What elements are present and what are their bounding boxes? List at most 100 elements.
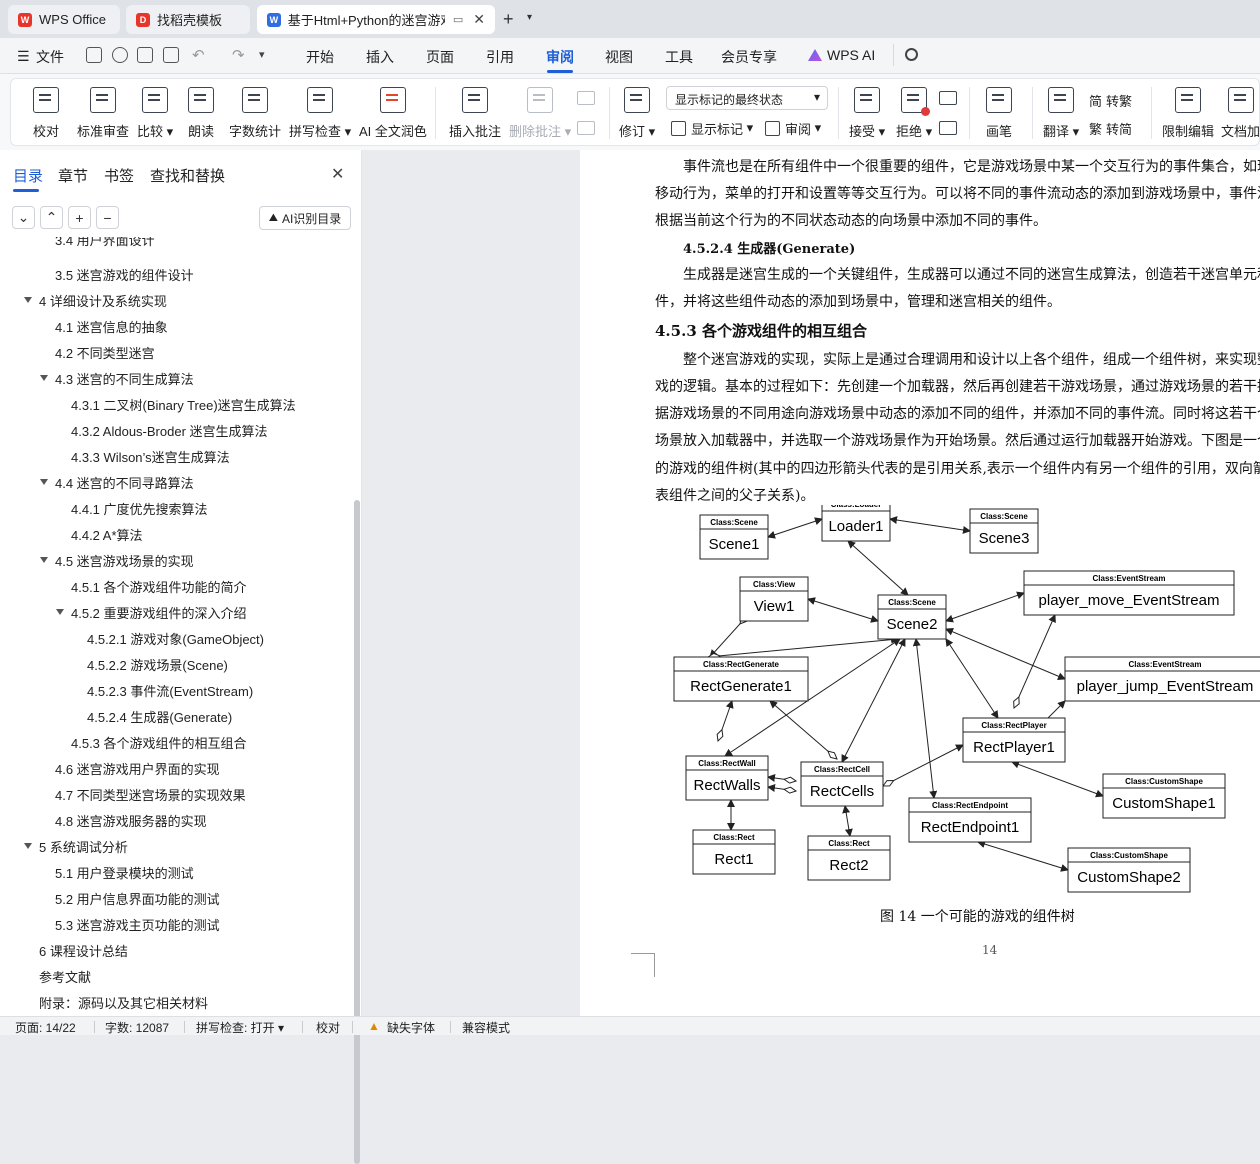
quick-access-more-icon[interactable]: ▾ (259, 48, 265, 61)
missing-font-status[interactable]: 缺失字体 (387, 1019, 435, 1036)
toc-item[interactable]: 4.2 不同类型迷宫 (55, 341, 155, 363)
toc-item[interactable]: 4.5.2.4 生成器(Generate) (87, 705, 232, 727)
expand-arrow-icon[interactable] (24, 843, 32, 849)
toc-item[interactable]: 4.5.3 各个游戏组件的相互组合 (71, 731, 247, 753)
menu-view[interactable]: 视图 (605, 47, 633, 67)
new-tab-icon[interactable]: + (503, 9, 514, 30)
page-indicator[interactable]: 页面: 14/22 (15, 1019, 76, 1036)
panel-scrollbar[interactable] (354, 500, 360, 1164)
tab-bookmarks[interactable]: 书签 (104, 165, 134, 186)
next-change-icon[interactable] (939, 121, 957, 135)
toc-item[interactable]: 4 详细设计及系统实现 (39, 289, 167, 311)
toc-item[interactable]: 参考文献 (39, 965, 91, 987)
toc-item[interactable]: 4.3.2 Aldous-Broder 迷宫生成算法 (71, 419, 268, 441)
menu-wps-ai[interactable]: WPS AI (827, 47, 875, 63)
toc-item[interactable]: 附录：源码以及其它相关材料 (39, 991, 208, 1013)
review-pane-button[interactable]: 审阅 ▾ (765, 117, 821, 139)
spell-check-button[interactable]: 拼写检查 ▾ (289, 79, 351, 145)
menu-insert[interactable]: 插入 (366, 47, 394, 67)
compare-button[interactable]: 比较 ▾ (137, 79, 173, 145)
toc-item[interactable]: 4.4.2 A*算法 (71, 523, 143, 545)
toc-item[interactable]: 4.3 迷宫的不同生成算法 (55, 367, 194, 389)
tab-toc[interactable]: 目录 (13, 165, 43, 186)
hamburger-icon[interactable]: ☰ (17, 48, 30, 65)
toc-item[interactable]: 4.6 迷宫游戏用户界面的实现 (55, 757, 220, 779)
prev-change-icon[interactable] (939, 91, 957, 105)
toc-item[interactable]: 6 课程设计总结 (39, 939, 128, 961)
document-encrypt-button[interactable]: 文档加 (1221, 79, 1260, 145)
toc-item[interactable]: 4.7 不同类型迷宫场景的实现效果 (55, 783, 246, 805)
toc-item[interactable]: 3.4 用户界面设计 (55, 237, 155, 249)
insert-comment-button[interactable]: 插入批注 (449, 79, 501, 145)
word-count-button[interactable]: 字数统计 (229, 79, 281, 145)
toc-item[interactable]: 4.3.1 二叉树(Binary Tree)迷宫生成算法 (71, 393, 296, 415)
standard-review-button[interactable]: 标准审查 (77, 79, 129, 145)
reject-button[interactable]: 拒绝 ▾ (896, 79, 932, 145)
toc-item[interactable]: 5.3 迷宫游戏主页功能的测试 (55, 913, 220, 935)
undo-icon[interactable]: ↶ (192, 46, 205, 64)
menu-file[interactable]: 文件 (36, 47, 64, 67)
menu-review[interactable]: 审阅 (546, 47, 574, 67)
to-traditional-button[interactable]: 简转繁 (1089, 89, 1132, 111)
expand-arrow-icon[interactable] (40, 557, 48, 563)
expand-arrow-icon[interactable] (40, 479, 48, 485)
proof-status[interactable]: 校对 (316, 1019, 340, 1036)
show-markup-button[interactable]: 显示标记 ▾ (671, 117, 753, 139)
toc-item[interactable]: 4.5.2.1 游戏对象(GameObject) (87, 627, 264, 649)
delete-comment-button[interactable]: 删除批注 ▾ (509, 79, 571, 145)
pen-button[interactable]: 画笔 (986, 79, 1012, 145)
ai-toc-button[interactable]: ⛰ AI识别目录 (259, 206, 351, 230)
collapse-down-button[interactable]: ⌄ (12, 206, 35, 229)
toc-item[interactable]: 4.8 迷宫游戏服务器的实现 (55, 809, 207, 831)
chevron-down-icon[interactable]: ▾ (527, 12, 532, 23)
next-comment-icon[interactable] (577, 121, 595, 135)
proofread-button[interactable]: 校对 (33, 79, 59, 145)
remove-heading-button[interactable]: − (96, 206, 119, 229)
close-tab-icon[interactable]: ✕ (473, 11, 485, 28)
toc-item[interactable]: 5.1 用户登录模块的测试 (55, 861, 194, 883)
redo-icon[interactable]: ↷ (232, 46, 245, 64)
tab-find-replace[interactable]: 查找和替换 (150, 165, 225, 186)
spell-check-status[interactable]: 拼写检查: 打开 ▾ (196, 1019, 284, 1036)
tab-chapters[interactable]: 章节 (58, 165, 88, 186)
word-count[interactable]: 字数: 12087 (105, 1019, 169, 1036)
menu-references[interactable]: 引用 (486, 47, 514, 67)
monitor-icon[interactable]: ▭ (453, 13, 463, 26)
read-aloud-button[interactable]: 朗读 (188, 79, 214, 145)
share-icon[interactable] (112, 47, 128, 63)
menu-home[interactable]: 开始 (306, 47, 334, 67)
tab-template[interactable]: D 找稻壳模板 (126, 5, 250, 34)
ai-polish-button[interactable]: AI 全文润色 (359, 79, 427, 145)
toc-item[interactable]: 5 系统调试分析 (39, 835, 128, 857)
expand-arrow-icon[interactable] (40, 375, 48, 381)
markup-display-select[interactable]: 显示标记的最终状态 ▾ (666, 86, 828, 110)
toc-item[interactable]: 4.5 迷宫游戏场景的实现 (55, 549, 194, 571)
track-changes-button[interactable]: 修订 ▾ (619, 79, 655, 145)
toc-item[interactable]: 4.4.1 广度优先搜索算法 (71, 497, 208, 519)
to-simplified-button[interactable]: 繁转简 (1089, 117, 1132, 139)
toc-item[interactable]: 4.5.1 各个游戏组件功能的简介 (71, 575, 247, 597)
tab-wps-office[interactable]: W WPS Office (8, 5, 120, 34)
menu-member[interactable]: 会员专享 (721, 47, 777, 67)
print-preview-icon[interactable] (163, 47, 179, 63)
add-heading-button[interactable]: + (68, 206, 91, 229)
toc-item[interactable]: 4.3.3 Wilson’s迷宫生成算法 (71, 445, 230, 467)
toc-item[interactable]: 4.5.2 重要游戏组件的深入介绍 (71, 601, 247, 623)
save-icon[interactable] (86, 47, 102, 63)
menu-tools[interactable]: 工具 (665, 47, 693, 67)
toc-item[interactable]: 4.5.2.3 事件流(EventStream) (87, 679, 253, 701)
expand-arrow-icon[interactable] (24, 297, 32, 303)
tab-document[interactable]: W 基于Html+Python的迷宫游戏 ▭ ✕ (257, 5, 495, 34)
prev-comment-icon[interactable] (577, 91, 595, 105)
accept-button[interactable]: 接受 ▾ (849, 79, 885, 145)
translate-button[interactable]: 翻译 ▾ (1043, 79, 1079, 145)
collapse-up-button[interactable]: ⌃ (40, 206, 63, 229)
toc-item[interactable]: 4.4 迷宫的不同寻路算法 (55, 471, 194, 493)
close-panel-icon[interactable]: ✕ (331, 164, 344, 184)
toc-item[interactable]: 4.5.2.2 游戏场景(Scene) (87, 653, 228, 675)
toc-item[interactable]: 5.2 用户信息界面功能的测试 (55, 887, 220, 909)
print-icon[interactable] (137, 47, 153, 63)
search-icon[interactable] (905, 48, 918, 61)
restrict-editing-button[interactable]: 限制编辑 (1162, 79, 1214, 145)
toc-item[interactable]: 4.1 迷宫信息的抽象 (55, 315, 168, 337)
